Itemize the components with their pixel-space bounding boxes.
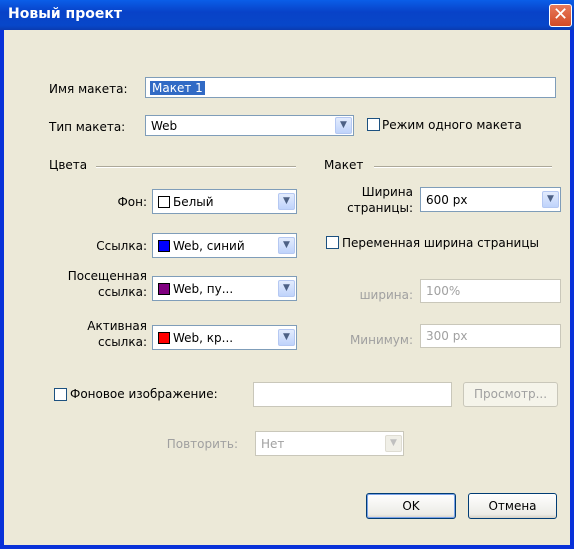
width-input[interactable]: 100% — [420, 279, 561, 303]
link-label: Ссылка: — [96, 239, 147, 253]
width-value: 100% — [426, 284, 461, 298]
variable-width-label[interactable]: Переменная ширина страницы — [342, 236, 539, 250]
repeat-select[interactable]: Нет ▼ — [255, 431, 404, 456]
background-color-select[interactable]: Белый ▼ — [152, 189, 297, 214]
chevron-down-icon[interactable]: ▼ — [385, 435, 402, 452]
minimum-label: Минимум: — [349, 333, 413, 347]
active-link-label-line1: Активная — [87, 319, 147, 333]
minimum-value: 300 px — [426, 329, 468, 343]
title-bar[interactable]: Новый проект ✕ — [0, 0, 574, 30]
layout-type-select[interactable]: Web ▼ — [145, 115, 354, 136]
layout-name-input[interactable]: Макет 1 — [145, 77, 556, 98]
visited-link-label-line2: ссылка: — [98, 285, 147, 299]
variable-width-checkbox[interactable] — [326, 236, 339, 249]
close-icon: ✕ — [552, 4, 569, 25]
background-color-value: Белый — [173, 195, 214, 209]
visited-link-color-value: Web, пу... — [173, 282, 234, 296]
ok-button[interactable]: OK — [366, 493, 456, 519]
link-color-value: Web, синий — [173, 239, 245, 253]
visited-link-color-select[interactable]: Web, пу... ▼ — [152, 276, 297, 301]
background-label: Фон: — [117, 195, 147, 209]
chevron-down-icon[interactable]: ▼ — [278, 193, 295, 210]
cancel-button[interactable]: Отмена — [468, 493, 557, 519]
colors-separator — [96, 166, 296, 168]
minimum-input[interactable]: 300 px — [420, 324, 561, 348]
page-width-select[interactable]: 600 px ▼ — [420, 187, 561, 212]
visited-link-color-swatch — [158, 283, 170, 295]
active-link-color-swatch — [158, 332, 170, 344]
layout-type-value: Web — [151, 119, 178, 133]
chevron-down-icon[interactable]: ▼ — [278, 280, 295, 297]
visited-link-label-line1: Посещенная — [67, 269, 147, 283]
background-image-label[interactable]: Фоновое изображение: — [70, 387, 218, 401]
active-link-color-value: Web, кр... — [173, 331, 234, 345]
background-color-swatch — [158, 196, 170, 208]
background-image-input[interactable] — [253, 382, 452, 407]
close-button[interactable]: ✕ — [549, 4, 572, 27]
page-width-label-line2: страницы: — [347, 201, 413, 215]
layout-section-title: Макет — [324, 158, 364, 172]
single-layout-mode-label[interactable]: Режим одного макета — [382, 118, 522, 132]
layout-type-label: Тип макета: — [49, 120, 126, 134]
layout-name-value: Макет 1 — [150, 81, 205, 95]
single-layout-mode-checkbox[interactable] — [367, 118, 380, 131]
chevron-down-icon[interactable]: ▼ — [542, 191, 559, 208]
active-link-label-line2: ссылка: — [98, 335, 147, 349]
link-color-swatch — [158, 240, 170, 252]
repeat-label: Повторить: — [166, 437, 238, 451]
background-image-checkbox[interactable] — [54, 388, 67, 401]
window-title: Новый проект — [8, 6, 122, 22]
repeat-value: Нет — [261, 437, 285, 451]
chevron-down-icon[interactable]: ▼ — [278, 329, 295, 346]
page-width-value: 600 px — [426, 193, 468, 207]
colors-section-title: Цвета — [49, 158, 88, 172]
link-color-select[interactable]: Web, синий ▼ — [152, 233, 297, 258]
width-label: ширина: — [359, 288, 413, 302]
browse-button[interactable]: Просмотр... — [463, 382, 558, 407]
chevron-down-icon[interactable]: ▼ — [278, 237, 295, 254]
active-link-color-select[interactable]: Web, кр... ▼ — [152, 325, 297, 350]
page-width-label-line1: Ширина — [361, 185, 413, 199]
layout-name-label: Имя макета: — [49, 82, 128, 96]
chevron-down-icon[interactable]: ▼ — [335, 117, 352, 134]
new-project-dialog: Новый проект ✕ Имя макета: Макет 1 Тип м… — [0, 0, 574, 549]
layout-separator — [374, 166, 552, 168]
